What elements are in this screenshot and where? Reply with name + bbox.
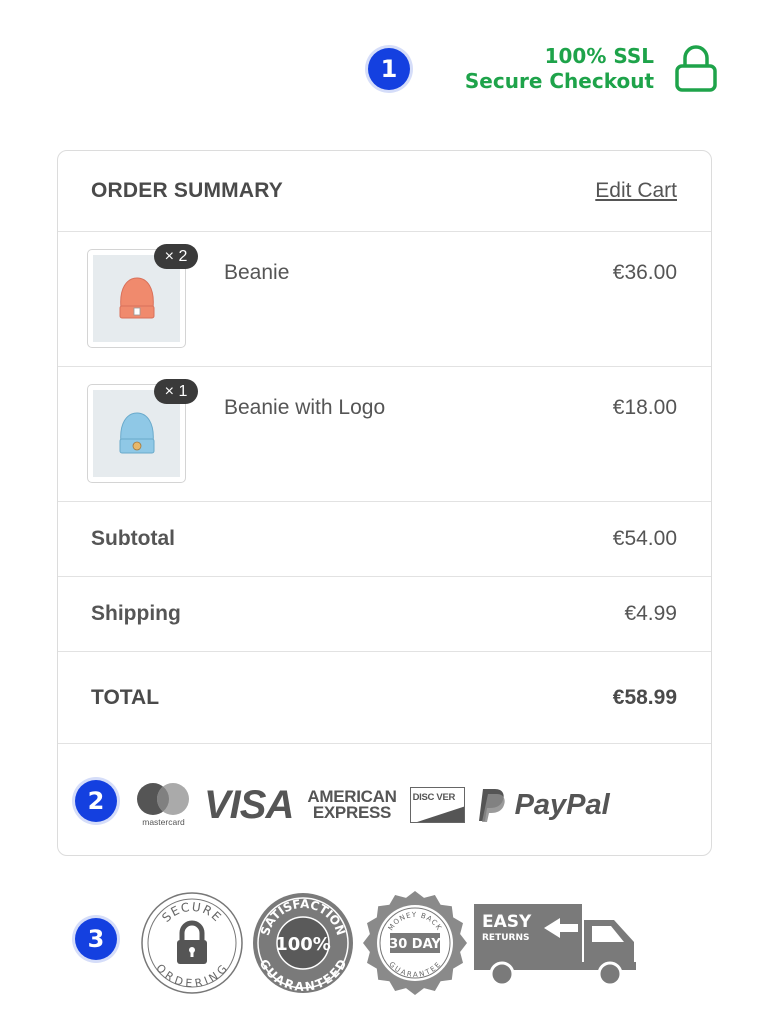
order-summary-header: ORDER SUMMARY Edit Cart <box>58 151 711 232</box>
item-name: Beanie with Logo <box>224 396 386 419</box>
mastercard-circles-icon <box>137 783 189 815</box>
mastercard-logo: mastercard <box>136 782 191 828</box>
easy-text: EASY <box>482 912 532 932</box>
discover-stripe-icon <box>416 806 464 822</box>
quantity-badge: × 2 <box>154 244 198 269</box>
paypal-text: PayPal <box>514 788 610 821</box>
total-value: €58.99 <box>612 685 677 709</box>
paypal-logo: PayPal <box>477 787 610 823</box>
order-summary-card: ORDER SUMMARY Edit Cart × 2 Beanie €36.0… <box>57 150 712 856</box>
lock-icon <box>675 45 717 92</box>
total-row: TOTAL €58.99 <box>58 652 711 744</box>
callout-2: 2 <box>75 780 117 822</box>
paypal-p-icon <box>478 789 505 822</box>
total-label: TOTAL <box>91 685 160 709</box>
shipping-row: Shipping €4.99 <box>58 577 711 652</box>
ssl-secure-checkout: 100% SSL Secure Checkout <box>465 44 718 94</box>
visa-logo: VISA <box>204 782 294 827</box>
beanie-blue-image <box>119 411 154 453</box>
item-price: €36.00 <box>612 261 677 284</box>
order-summary-title: ORDER SUMMARY <box>91 179 283 202</box>
discover-logo: DISC VER <box>409 787 465 823</box>
callout-1: 1 <box>368 48 410 90</box>
subtotal-value: €54.00 <box>612 527 677 550</box>
shipping-value: €4.99 <box>624 602 677 625</box>
cart-item: × 1 Beanie with Logo €18.00 <box>58 367 711 502</box>
secure-ordering-badge: SECURE ORDERING <box>141 892 243 994</box>
shipping-label: Shipping <box>91 602 181 625</box>
mastercard-text: mastercard <box>142 817 185 827</box>
hundred-percent-text: 100% <box>275 934 331 955</box>
ssl-line-2: Secure Checkout <box>464 69 654 93</box>
beanie-orange-image <box>119 276 154 318</box>
edit-cart-link[interactable]: Edit Cart <box>595 179 677 203</box>
quantity-badge: × 1 <box>154 379 198 404</box>
payment-methods: mastercard VISA AMERICAN EXPRESS DISC VE… <box>58 744 711 855</box>
subtotal-label: Subtotal <box>91 527 175 550</box>
cart-item: × 2 Beanie €36.00 <box>58 232 711 367</box>
thirty-day-text: 30 DAY <box>389 937 441 952</box>
callout-3: 3 <box>75 918 117 960</box>
subtotal-row: Subtotal €54.00 <box>58 502 711 577</box>
amex-line-2: EXPRESS <box>312 803 392 822</box>
item-price: €18.00 <box>612 396 677 419</box>
american-express-logo: AMERICAN EXPRESS <box>307 788 397 822</box>
easy-returns-truck-badge: EASY RETURNS <box>474 904 636 987</box>
money-back-badge: MONEY BACK GUARANTEE 30 DAY <box>363 891 467 995</box>
returns-text: RETURNS <box>482 933 529 943</box>
ssl-line-1: 100% SSL <box>544 44 654 68</box>
satisfaction-guaranteed-badge: SATISFACTION GUARANTEED 100% <box>253 893 353 994</box>
item-name: Beanie <box>224 261 290 284</box>
trust-badges: SECURE ORDERING SATISFACTION GUARANTEED … <box>140 888 644 998</box>
